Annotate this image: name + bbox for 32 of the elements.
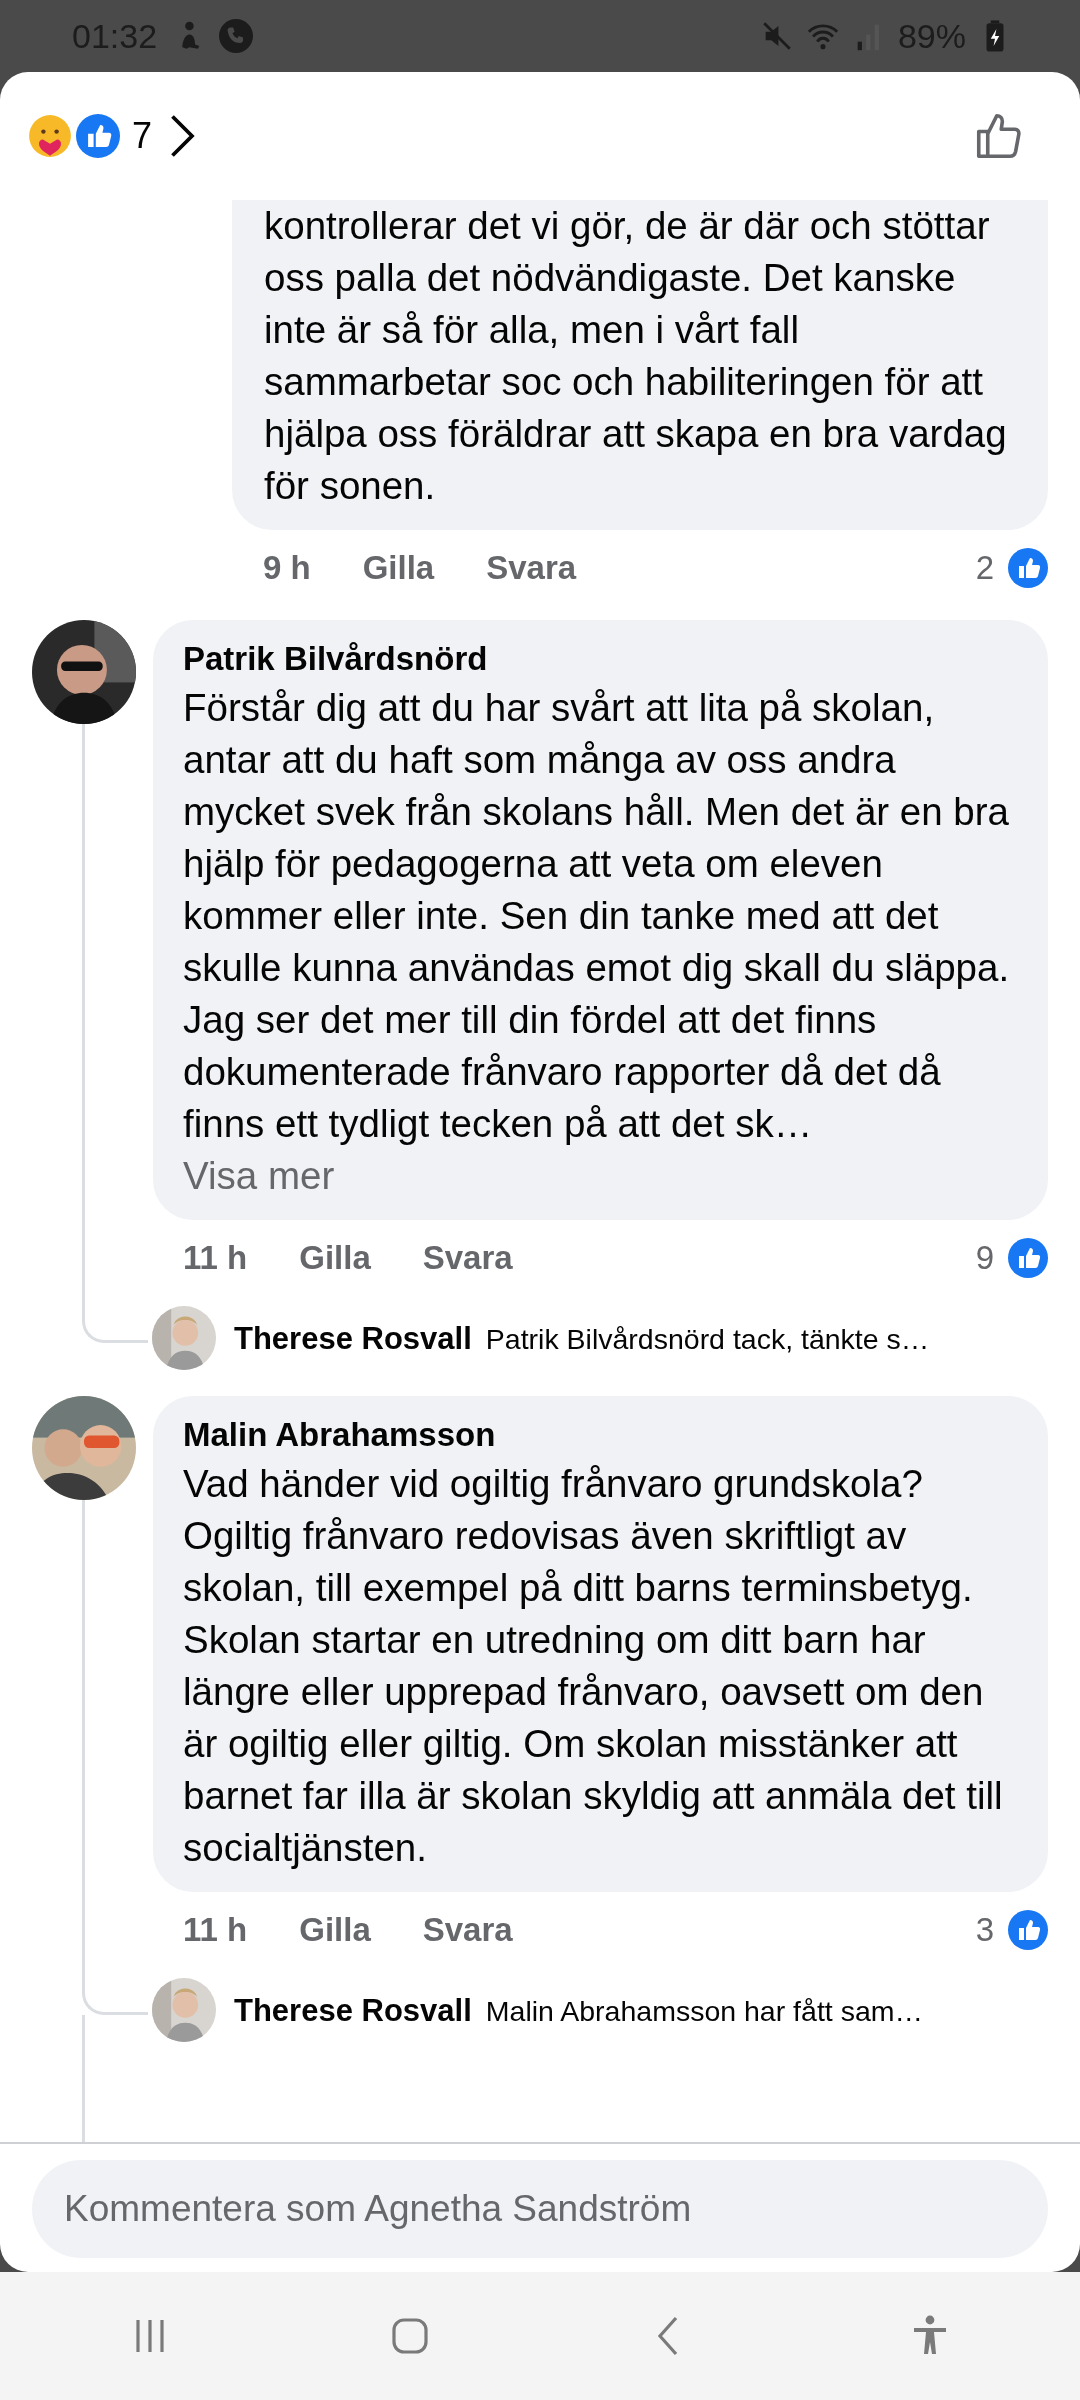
like-reaction-icon bbox=[1008, 1910, 1048, 1950]
comment-text: kontrollerar det vi gör, de är där och stöttar oss palla det nödvändigaste. Det kanske inte är så för alla, men i vårt fall sammarbetar soc och habiliteringen för att hjälpa oss föräldrar att skapa en bra vardag för sonen. bbox=[264, 204, 1007, 507]
reaction-count: 3 bbox=[975, 1911, 994, 1949]
comment-input-field[interactable]: Kommentera som Agnetha Sandström bbox=[32, 2160, 1048, 2258]
reply-link[interactable]: Svara bbox=[422, 1239, 513, 1277]
comment-text: Förstår dig att du har svårt att lita på skolan, antar att du haft som många av oss andra mycket svek från skolans håll. Men det är en bra hjälp för pedagogerna att veta om eleven kommer eller inte. Sen din tanke med att det skulle kunna användas emot dig skall du släppa. Jag ser det mer till din fördel att det finns dokumenterade frånvaro rapporter då det då finns ett tydligt tecken på att det sk… bbox=[183, 685, 1011, 1147]
see-more-link[interactable]: Visa mer bbox=[183, 1150, 1022, 1202]
reaction-count[interactable]: 7 bbox=[132, 115, 153, 157]
timestamp: 11 h bbox=[183, 1239, 248, 1277]
reply-preview[interactable]: Therese Rosvall Malin Abrahamsson har fått sam… bbox=[234, 1968, 923, 2054]
reply-author[interactable]: Therese Rosvall bbox=[234, 1993, 472, 2029]
reply-author[interactable]: Therese Rosvall bbox=[234, 1321, 472, 1357]
reaction-count: 2 bbox=[975, 549, 994, 587]
comment-author[interactable]: Malin Abrahamsson bbox=[183, 1412, 1022, 1458]
reply-link[interactable]: Svara bbox=[486, 549, 577, 587]
like-link[interactable]: Gilla bbox=[299, 1239, 371, 1277]
comment-text: Vad händer vid ogiltig frånvaro grundskola? Ogiltig frånvaro redovisas även skriftligt av skolan, till exempel på ditt barns terminsbetyg. Skolan startar en utredning om ditt barn har längre eller upprepad frånvaro, oavsett om den är ogiltig eller giltig. Om skolan misstänker att barnet far illa är skolan skyldig att anmäla det till socialtjänsten. bbox=[183, 1461, 1004, 1871]
like-link[interactable]: Gilla bbox=[362, 549, 435, 587]
comment-author[interactable]: Patrik Bilvårdsnörd bbox=[183, 636, 1022, 682]
reply-text: Malin Abrahamsson har fått sam… bbox=[485, 1994, 923, 2028]
phone-icon bbox=[219, 19, 254, 53]
like-link[interactable]: Gilla bbox=[299, 1911, 371, 1949]
reply-text: Patrik Bilvårdsnörd tack, tänkte s… bbox=[485, 1322, 930, 1356]
reply-preview[interactable]: Therese Rosvall Patrik Bilvårdsnörd tack, tänkte s… bbox=[234, 1296, 930, 1382]
like-reaction-icon bbox=[76, 114, 120, 158]
like-reaction-icon bbox=[1008, 1238, 1048, 1278]
like-reaction-icon bbox=[1008, 548, 1048, 588]
reply-link[interactable]: Svara bbox=[422, 1911, 513, 1949]
hug-emoji-icon bbox=[28, 114, 72, 158]
reaction-count: 9 bbox=[975, 1239, 994, 1277]
timestamp: 11 h bbox=[183, 1911, 248, 1949]
timestamp: 9 h bbox=[263, 549, 311, 587]
